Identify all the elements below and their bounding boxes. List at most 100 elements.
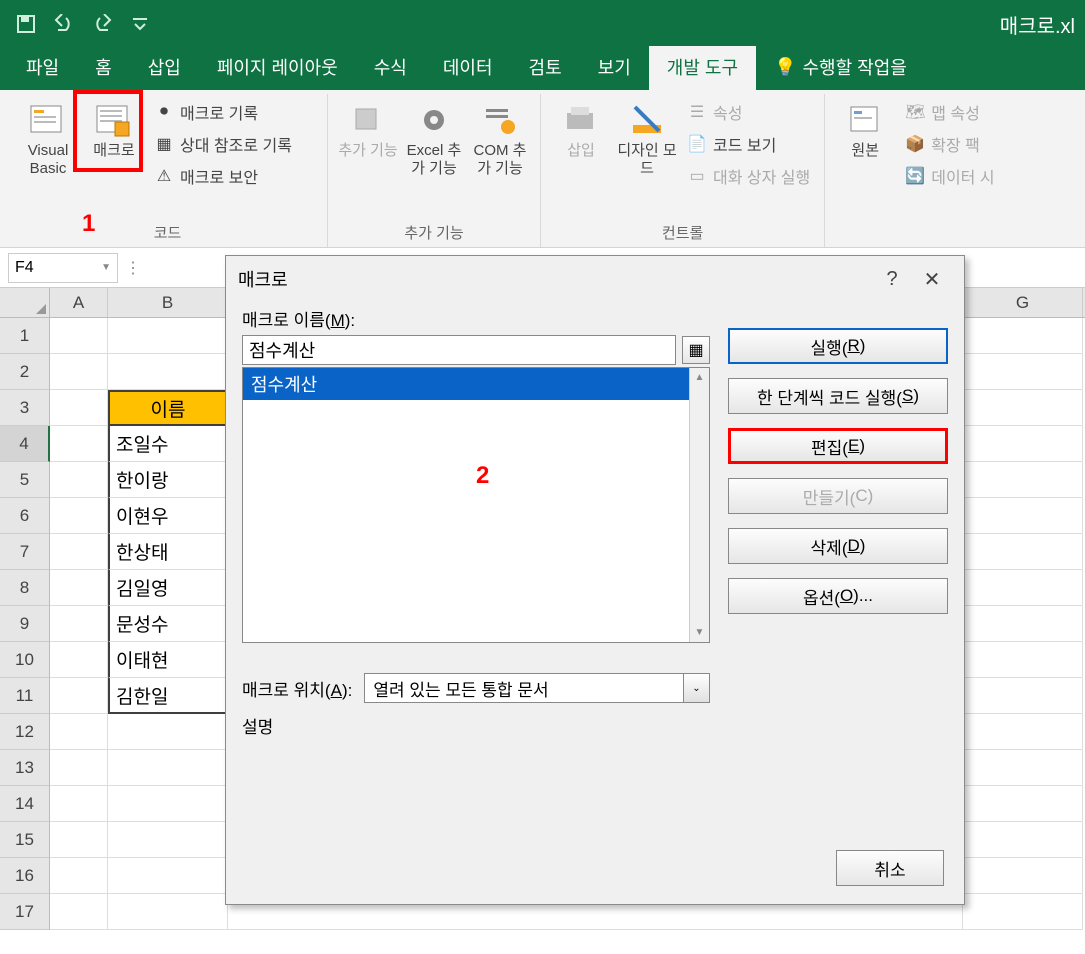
excel-addins-button[interactable]: Excel 추가 기능	[404, 96, 464, 182]
tab-pagelayout[interactable]: 페이지 레이아웃	[199, 46, 356, 90]
cell[interactable]	[963, 570, 1083, 606]
cell[interactable]: 문성수	[108, 606, 228, 642]
row-header[interactable]: 10	[0, 642, 50, 678]
cell[interactable]	[108, 822, 228, 858]
cell[interactable]	[108, 786, 228, 822]
cell[interactable]	[963, 858, 1083, 894]
cell[interactable]	[50, 534, 108, 570]
help-button[interactable]: ?	[872, 268, 912, 291]
cell[interactable]	[108, 318, 228, 354]
cell[interactable]	[963, 642, 1083, 678]
cell[interactable]	[50, 390, 108, 426]
row-header[interactable]: 3	[0, 390, 50, 426]
options-button[interactable]: 옵션(O)...	[728, 578, 948, 614]
cell[interactable]	[108, 750, 228, 786]
row-header[interactable]: 13	[0, 750, 50, 786]
cell[interactable]: 조일수	[108, 426, 228, 462]
name-box[interactable]: F4 ▼	[8, 253, 118, 283]
cell[interactable]: 이태현	[108, 642, 228, 678]
tab-home[interactable]: 홈	[77, 46, 130, 90]
cell[interactable]	[50, 894, 108, 930]
tab-file[interactable]: 파일	[8, 46, 77, 90]
row-header[interactable]: 8	[0, 570, 50, 606]
cell[interactable]	[50, 678, 108, 714]
macros-button[interactable]: 매크로	[84, 96, 144, 164]
tab-insert[interactable]: 삽입	[130, 46, 199, 90]
design-mode-button[interactable]: 디자인 모드	[617, 96, 677, 182]
fx-expand-icon[interactable]: ⋮	[122, 258, 144, 278]
row-header[interactable]: 5	[0, 462, 50, 498]
cell[interactable]	[963, 534, 1083, 570]
tab-view[interactable]: 보기	[580, 46, 649, 90]
select-all-corner[interactable]	[0, 288, 50, 317]
tab-tellme[interactable]: 💡 수행할 작업을	[756, 46, 925, 90]
cell[interactable]: 김일영	[108, 570, 228, 606]
row-header[interactable]: 14	[0, 786, 50, 822]
cell[interactable]	[108, 894, 228, 930]
reference-button[interactable]: ▦	[682, 336, 710, 364]
cell[interactable]	[50, 606, 108, 642]
cell[interactable]	[50, 642, 108, 678]
cell[interactable]	[963, 750, 1083, 786]
com-addins-button[interactable]: COM 추가 기능	[470, 96, 530, 182]
scroll-down-icon[interactable]: ▼	[691, 623, 709, 642]
cell[interactable]	[50, 426, 108, 462]
cell[interactable]	[963, 786, 1083, 822]
run-button[interactable]: 실행(R)	[728, 328, 948, 364]
tab-data[interactable]: 데이터	[425, 46, 511, 90]
cell[interactable]	[50, 354, 108, 390]
row-header[interactable]: 7	[0, 534, 50, 570]
tab-developer[interactable]: 개발 도구	[649, 46, 756, 90]
cell[interactable]: 한상태	[108, 534, 228, 570]
row-header[interactable]: 4	[0, 426, 50, 462]
col-header-g[interactable]: G	[963, 288, 1083, 317]
cell[interactable]	[963, 606, 1083, 642]
customize-qat-icon[interactable]	[124, 8, 156, 40]
visual-basic-button[interactable]: Visual Basic	[18, 96, 78, 182]
cell[interactable]: 이현우	[108, 498, 228, 534]
step-into-button[interactable]: 한 단계씩 코드 실행(S)	[728, 378, 948, 414]
tab-review[interactable]: 검토	[511, 46, 580, 90]
row-header[interactable]: 17	[0, 894, 50, 930]
chevron-down-icon[interactable]: ⌄	[683, 674, 709, 702]
view-code-button[interactable]: 📄코드 보기	[683, 130, 814, 158]
cell[interactable]	[963, 678, 1083, 714]
row-header[interactable]: 2	[0, 354, 50, 390]
cell[interactable]	[50, 822, 108, 858]
cancel-button[interactable]: 취소	[836, 850, 944, 886]
col-header-a[interactable]: A	[50, 288, 108, 317]
cell[interactable]	[108, 354, 228, 390]
row-header[interactable]: 6	[0, 498, 50, 534]
cell[interactable]	[50, 786, 108, 822]
listbox-scrollbar[interactable]: ▲ ▼	[689, 368, 709, 642]
macro-list-item[interactable]: 점수계산	[243, 368, 709, 400]
tab-formulas[interactable]: 수식	[356, 46, 425, 90]
cell[interactable]	[50, 750, 108, 786]
cell[interactable]	[50, 714, 108, 750]
cell[interactable]	[50, 570, 108, 606]
macro-listbox[interactable]: 점수계산 ▲ ▼	[242, 367, 710, 643]
col-header-b[interactable]: B	[108, 288, 228, 317]
cell[interactable]	[108, 858, 228, 894]
cell[interactable]: 한이랑	[108, 462, 228, 498]
cell[interactable]	[50, 858, 108, 894]
row-header[interactable]: 15	[0, 822, 50, 858]
cell[interactable]	[963, 498, 1083, 534]
row-header[interactable]: 9	[0, 606, 50, 642]
cell[interactable]	[963, 714, 1083, 750]
row-header[interactable]: 1	[0, 318, 50, 354]
close-button[interactable]: ✕	[912, 267, 952, 292]
row-header[interactable]: 12	[0, 714, 50, 750]
cell[interactable]	[108, 714, 228, 750]
record-macro-button[interactable]: ⏺매크로 기록	[150, 98, 296, 126]
cell[interactable]	[963, 318, 1083, 354]
macro-name-input[interactable]	[242, 335, 676, 365]
cell[interactable]: 김한일	[108, 678, 228, 714]
undo-icon[interactable]	[48, 8, 80, 40]
save-icon[interactable]	[10, 8, 42, 40]
cell[interactable]	[50, 498, 108, 534]
source-button[interactable]: 원본	[835, 96, 895, 164]
chevron-down-icon[interactable]: ▼	[101, 262, 111, 273]
cell[interactable]	[963, 426, 1083, 462]
relative-ref-button[interactable]: ▦상대 참조로 기록	[150, 130, 296, 158]
